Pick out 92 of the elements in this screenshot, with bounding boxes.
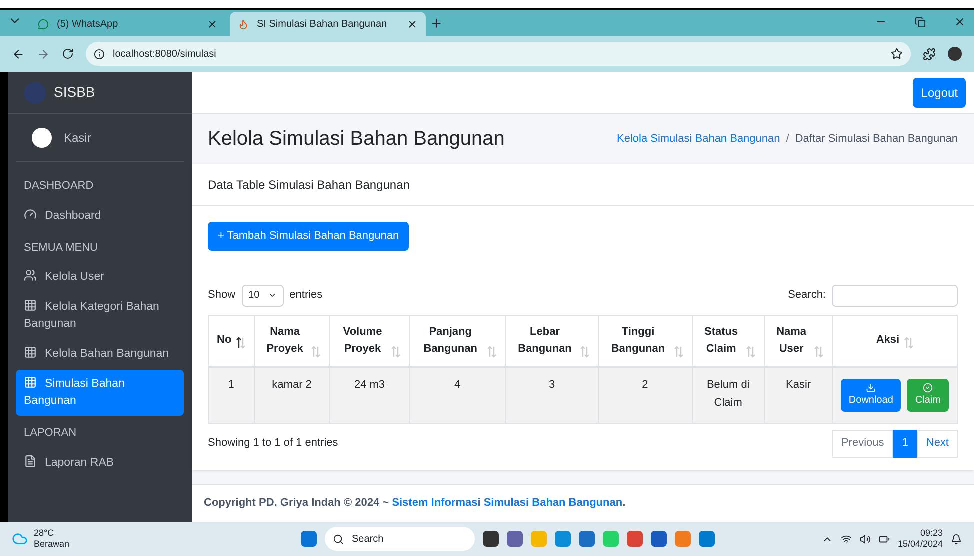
tab-title: (5) WhatsApp [57,18,120,32]
chat-icon [38,18,49,30]
sort-icon [674,346,684,358]
card-title: Data Table Simulasi Bahan Bangunan [192,164,974,206]
logout-button[interactable]: Logout [913,78,966,108]
browser-tab[interactable]: SI Simulasi Bahan Bangunan [230,12,426,36]
sidebar-item[interactable]: Dashboard [16,202,184,230]
weather-icon [12,531,28,547]
sidebar-heading: SEMUA MENU [23,240,99,256]
sort-icon [904,337,914,350]
url-text: localhost:8080/simulasi [113,48,218,62]
page-button[interactable]: Next [917,430,958,458]
table-cell: 2 [598,367,692,423]
bell-icon[interactable] [951,534,962,544]
reload-icon[interactable] [62,48,74,60]
app-icon[interactable] [482,531,499,547]
add-button[interactable]: + Tambah Simulasi Bahan Bangunan [208,222,410,250]
check-circle-icon [923,382,934,393]
sidebar-heading: DASHBOARD [23,179,95,194]
start-icon[interactable] [300,531,317,547]
sidebar-item[interactable]: Kelola User [16,263,184,292]
sort-icon [580,346,590,358]
breadcrumb-current: Daftar Simulasi Bahan Bangunan [795,132,958,147]
page-size-select[interactable]: 10 [242,284,284,306]
table-cell: 24 m3 [330,367,410,423]
sort-icon [311,346,322,358]
search-field[interactable] [832,284,958,306]
caret-icon [268,291,277,300]
new-tab-icon[interactable] [430,17,443,30]
sort-icon [487,346,498,358]
search-label: Search: [788,288,826,304]
browser-tab[interactable]: (5) WhatsApp [30,12,226,36]
info-icon [94,48,105,60]
grid-icon [24,346,37,359]
logo-icon [24,82,46,104]
entries-label: entries [290,288,323,304]
taskbar-search[interactable]: Search [324,527,475,551]
battery-icon[interactable] [878,534,890,544]
show-label: Show [208,288,236,304]
clock-date: 15/04/2024 [898,539,943,550]
sort-icon [236,337,246,350]
file-icon [24,454,37,468]
table-cell: 4 [410,367,506,423]
user-name[interactable]: Kasir [64,128,92,146]
table-cell: 1 [208,367,254,423]
wifi-icon[interactable] [840,534,852,544]
sort-icon [814,346,824,358]
download-icon [866,382,876,393]
sidebar-item[interactable]: Laporan RAB [16,448,184,478]
close-icon[interactable] [407,18,418,30]
search-icon [332,534,344,544]
sidebar-item[interactable]: Kelola Bahan Bangunan [16,340,184,369]
page-button[interactable]: 1 [893,430,918,458]
sidebar-item[interactable]: Kelola Kategori Bahan Bangunan [16,293,184,339]
back-icon[interactable] [12,48,25,60]
sort-icon [391,346,402,358]
user-avatar [32,128,52,148]
users-icon [24,269,37,282]
footer-link[interactable]: Sistem Informasi Simulasi Bahan Bangunan [392,497,623,510]
star-icon[interactable] [891,48,903,60]
close-icon[interactable] [207,18,218,30]
sort-icon [746,346,756,358]
page-title: Kelola Simulasi Bahan Bangunan [208,127,505,152]
gauge-icon [24,208,37,220]
temperature-text: 28°C [34,528,56,539]
table-cell: kamar 2 [254,367,330,423]
breadcrumb-separator: / [786,132,790,147]
sidebar-item[interactable]: Simulasi Bahan Bangunan [16,370,184,416]
grid-icon [24,376,37,389]
brand-name[interactable]: SISBB [54,82,96,103]
app-icon[interactable] [650,531,667,547]
clock-time: 09:23 [920,528,943,539]
extensions-icon[interactable] [923,48,936,60]
flame-icon [238,18,249,30]
footer-text: Copyright PD. Griya Indah © 2024 ~ Sistem Informasi Simulasi Bahan Bangunan. [204,496,626,512]
close-icon[interactable] [954,16,966,28]
address-bar[interactable]: localhost:8080/simulasi [86,42,911,66]
download-button[interactable]: Download [840,378,902,412]
table-cell: 3 [506,367,598,423]
weather-text: Berawan [34,539,71,550]
breadcrumb-link[interactable]: Kelola Simulasi Bahan Bangunan [616,130,780,148]
sidebar-heading: LAPORAN [23,426,78,441]
table-info: Showing 1 to 1 of 1 entries [208,436,338,452]
profile-avatar[interactable] [948,47,962,61]
speaker-icon[interactable] [860,534,871,544]
forward-icon[interactable] [37,48,50,60]
table-cell: Belum di Claim [692,367,765,423]
grid-icon [24,299,37,312]
tab-title: SI Simulasi Bahan Bangunan [257,18,388,32]
app-icon[interactable] [506,531,523,547]
table-cell: Kasir [764,367,832,423]
restore-icon[interactable] [915,17,926,28]
